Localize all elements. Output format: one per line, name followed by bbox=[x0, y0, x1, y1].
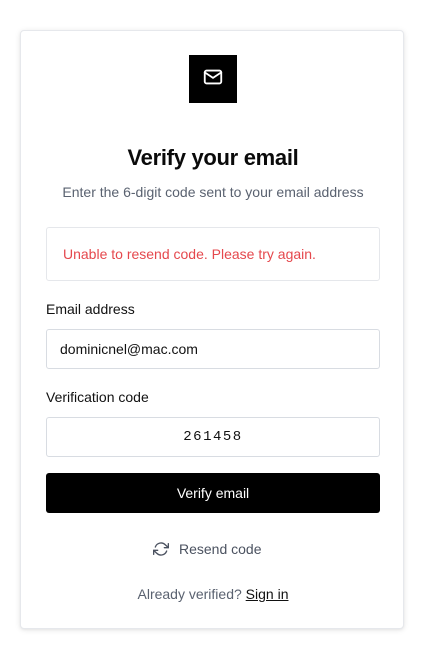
logo-badge bbox=[189, 55, 237, 103]
email-label: Email address bbox=[46, 301, 135, 317]
verify-email-button[interactable]: Verify email bbox=[46, 473, 380, 513]
footer: Already verified? Sign in bbox=[21, 586, 405, 602]
verification-code-label: Verification code bbox=[46, 389, 149, 405]
page-subtitle: Enter the 6-digit code sent to your emai… bbox=[62, 184, 364, 200]
resend-code-button[interactable]: Resend code bbox=[153, 537, 262, 561]
error-alert-message: Unable to resend code. Please try again. bbox=[63, 246, 316, 262]
envelope-icon bbox=[202, 66, 224, 93]
page-title: Verify your email bbox=[127, 145, 299, 170]
resend-code-label: Resend code bbox=[179, 541, 262, 557]
already-verified-text: Already verified? bbox=[137, 586, 242, 602]
verification-code-field[interactable] bbox=[46, 417, 380, 457]
sign-in-link[interactable]: Sign in bbox=[246, 586, 289, 602]
refresh-icon bbox=[153, 541, 169, 557]
verify-email-card: Verify your email Enter the 6-digit code… bbox=[20, 30, 404, 629]
error-alert: Unable to resend code. Please try again. bbox=[46, 227, 380, 281]
email-field[interactable] bbox=[46, 329, 380, 369]
